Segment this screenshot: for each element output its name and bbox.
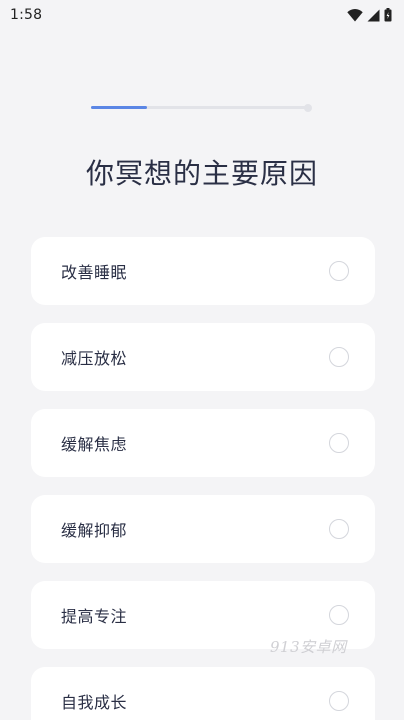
progress-bar xyxy=(91,106,307,109)
option-label: 改善睡眠 xyxy=(61,263,128,282)
signal-icon xyxy=(367,9,380,22)
option-label: 自我成长 xyxy=(61,693,128,712)
battery-icon xyxy=(384,8,392,22)
radio-button[interactable] xyxy=(329,519,349,539)
status-icons xyxy=(347,8,392,22)
radio-button[interactable] xyxy=(329,605,349,625)
option-relieve-depression[interactable]: 缓解抑郁 xyxy=(31,495,375,563)
wifi-icon xyxy=(347,8,363,22)
option-improve-sleep[interactable]: 改善睡眠 xyxy=(31,237,375,305)
radio-button[interactable] xyxy=(329,261,349,281)
status-bar: 1:58 xyxy=(0,0,404,30)
progress-fill xyxy=(91,106,148,109)
option-self-growth[interactable]: 自我成长 xyxy=(31,667,375,720)
watermark: 913安卓网 xyxy=(270,638,347,656)
option-label: 缓解抑郁 xyxy=(61,521,128,540)
option-label: 减压放松 xyxy=(61,349,128,368)
option-relieve-anxiety[interactable]: 缓解焦虑 xyxy=(31,409,375,477)
status-time: 1:58 xyxy=(10,7,43,23)
radio-button[interactable] xyxy=(329,347,349,367)
screen: 1:58 你冥想的主要原因 改善睡眠 减压放松 缓解焦虑 缓解抑郁 提高专注 自… xyxy=(0,0,404,720)
radio-button[interactable] xyxy=(329,691,349,711)
option-label: 提高专注 xyxy=(61,607,128,626)
page-title: 你冥想的主要原因 xyxy=(85,157,318,190)
option-label: 缓解焦虑 xyxy=(61,435,128,454)
radio-button[interactable] xyxy=(329,433,349,453)
progress-end-dot xyxy=(304,104,312,112)
option-relax[interactable]: 减压放松 xyxy=(31,323,375,391)
